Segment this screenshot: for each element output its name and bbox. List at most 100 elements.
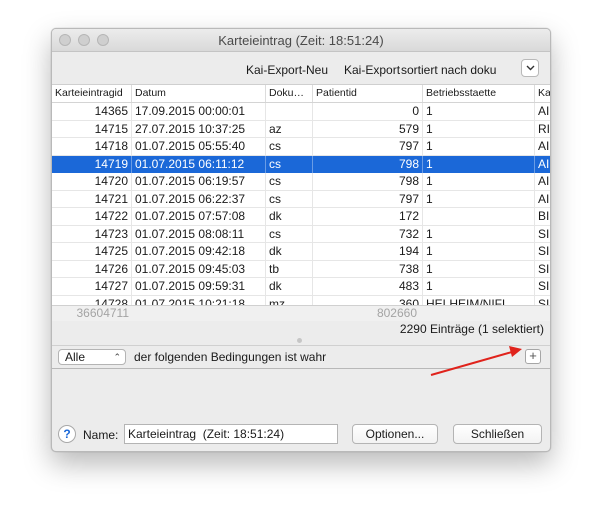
options-button[interactable]: Optionen... <box>352 424 438 444</box>
cell-doku[interactable]: dk <box>266 278 313 295</box>
cell-betriebsstaette[interactable]: 1 <box>423 278 535 295</box>
column-header-karteieintragid[interactable]: Karteieintragid <box>52 85 132 102</box>
cell-doku[interactable]: cs <box>266 155 313 173</box>
table-row[interactable]: 14721 01.07.2015 06:22:37 cs 797 1 AI <box>52 190 550 208</box>
cell-patientid[interactable]: 579 <box>313 120 423 138</box>
close-button[interactable]: Schließen <box>453 424 542 444</box>
column-header-datum[interactable]: Datum <box>132 85 266 102</box>
cell-datum[interactable]: 01.07.2015 08:08:11 <box>132 225 266 243</box>
cell-datum[interactable]: 01.07.2015 09:45:03 <box>132 260 266 278</box>
table-row[interactable]: 14727 01.07.2015 09:59:31 dk 483 1 SI <box>52 278 550 296</box>
cell-datum[interactable]: 01.07.2015 05:55:40 <box>132 138 266 155</box>
cell-doku[interactable]: tb <box>266 260 313 278</box>
cell-doku[interactable]: dk <box>266 208 313 225</box>
table-row[interactable]: 14722 01.07.2015 07:57:08 dk 172 BI <box>52 208 550 226</box>
cell-doku[interactable]: cs <box>266 138 313 155</box>
cell-patientid[interactable]: 797 <box>313 190 423 208</box>
cell-karteieintragid[interactable]: 14722 <box>52 208 132 225</box>
cell-karteieintragid[interactable]: 14725 <box>52 243 132 260</box>
cell-karteieintragid[interactable]: 14365 <box>52 103 132 120</box>
cell-betriebsstaette[interactable]: 1 <box>423 190 535 208</box>
cell-patientid[interactable]: 797 <box>313 138 423 155</box>
table-row[interactable]: 14723 01.07.2015 08:08:11 cs 732 1 SI <box>52 225 550 243</box>
column-header-patientid[interactable]: Patientid <box>313 85 423 102</box>
cell-betriebsstaette[interactable]: 1 <box>423 120 535 138</box>
table-row[interactable]: 14715 27.07.2015 10:37:25 az 579 1 RI <box>52 120 550 138</box>
cell-ka[interactable]: SI <box>535 243 550 260</box>
cell-ka[interactable]: SI <box>535 226 550 243</box>
cell-ka[interactable]: AI <box>535 156 550 173</box>
cell-ka[interactable]: RI <box>535 121 550 138</box>
kai-export-button[interactable]: Kai-Export <box>344 63 400 77</box>
cell-betriebsstaette[interactable] <box>423 208 535 225</box>
cell-ka[interactable]: AI <box>535 173 550 190</box>
cell-betriebsstaette[interactable]: 1 <box>423 225 535 243</box>
cell-datum[interactable]: 01.07.2015 07:57:08 <box>132 208 266 225</box>
sortiert-nach-doku-button[interactable]: sortiert nach doku <box>401 63 496 77</box>
cell-patientid[interactable]: 732 <box>313 225 423 243</box>
cell-karteieintragid[interactable]: 14719 <box>52 155 132 173</box>
cell-patientid[interactable]: 798 <box>313 173 423 190</box>
cell-betriebsstaette[interactable]: 1 <box>423 155 535 173</box>
cell-doku[interactable] <box>266 103 313 120</box>
cell-datum[interactable]: 01.07.2015 06:11:12 <box>132 155 266 173</box>
table-row[interactable]: 14720 01.07.2015 06:19:57 cs 798 1 AI <box>52 173 550 191</box>
cell-ka[interactable]: AI <box>535 191 550 208</box>
table-row[interactable]: 14718 01.07.2015 05:55:40 cs 797 1 AI <box>52 138 550 156</box>
chevron-down-icon[interactable] <box>521 59 539 77</box>
cell-ka[interactable]: SI <box>535 278 550 295</box>
cell-patientid[interactable]: 798 <box>313 155 423 173</box>
cell-patientid[interactable]: 194 <box>313 243 423 260</box>
kai-export-neu-button[interactable]: Kai-Export-Neu <box>246 63 328 77</box>
help-button[interactable]: ? <box>58 425 76 443</box>
split-view-handle[interactable] <box>297 338 302 343</box>
table-sum-row: 36604711 802660 <box>52 305 550 321</box>
table-row[interactable]: 14365 17.09.2015 00:00:01 0 1 AI <box>52 103 550 121</box>
cell-doku[interactable]: cs <box>266 190 313 208</box>
cell-doku[interactable]: dk <box>266 243 313 260</box>
cell-ka[interactable]: AI <box>535 138 550 155</box>
column-header-betriebsstaette[interactable]: Betriebsstaette <box>423 85 535 102</box>
cell-ka[interactable]: AI <box>535 103 550 120</box>
column-header-ka[interactable]: Ka <box>535 85 550 102</box>
table-row[interactable]: 14719 01.07.2015 06:11:12 cs 798 1 AI <box>52 155 550 173</box>
cell-doku[interactable]: az <box>266 120 313 138</box>
cell-doku[interactable]: cs <box>266 225 313 243</box>
cell-betriebsstaette[interactable]: 1 <box>423 103 535 120</box>
title-bar[interactable]: Karteieintrag (Zeit: 18:51:24) <box>52 29 550 52</box>
cell-karteieintragid[interactable]: 14718 <box>52 138 132 155</box>
match-all-select[interactable]: Alle ⌃ <box>58 349 126 365</box>
cell-betriebsstaette[interactable]: 1 <box>423 138 535 155</box>
column-header-doku[interactable]: Doku… <box>266 85 313 102</box>
records-table[interactable]: Karteieintragid Datum Doku… Patientid Be… <box>52 84 550 306</box>
cell-karteieintragid[interactable]: 14715 <box>52 120 132 138</box>
cell-karteieintragid[interactable]: 14726 <box>52 260 132 278</box>
cell-betriebsstaette[interactable]: 1 <box>423 243 535 260</box>
cell-patientid[interactable]: 738 <box>313 260 423 278</box>
cell-karteieintragid[interactable]: 14720 <box>52 173 132 190</box>
cell-datum[interactable]: 17.09.2015 00:00:01 <box>132 103 266 120</box>
table-row[interactable]: 14725 01.07.2015 09:42:18 dk 194 1 SI <box>52 243 550 261</box>
cell-karteieintragid[interactable]: 14721 <box>52 190 132 208</box>
cell-ka[interactable]: SI <box>535 261 550 278</box>
cell-karteieintragid[interactable]: 14727 <box>52 278 132 295</box>
cell-doku[interactable]: cs <box>266 173 313 190</box>
sum-patientid: 802660 <box>376 306 417 320</box>
cell-datum[interactable]: 01.07.2015 06:22:37 <box>132 190 266 208</box>
cell-patientid[interactable]: 483 <box>313 278 423 295</box>
cell-karteieintragid[interactable]: 14723 <box>52 225 132 243</box>
cell-betriebsstaette[interactable]: 1 <box>423 173 535 190</box>
name-field[interactable] <box>124 424 338 444</box>
cell-patientid[interactable]: 0 <box>313 103 423 120</box>
cell-patientid[interactable]: 172 <box>313 208 423 225</box>
cell-datum[interactable]: 01.07.2015 09:42:18 <box>132 243 266 260</box>
cell-datum[interactable]: 27.07.2015 10:37:25 <box>132 120 266 138</box>
table-row[interactable]: 14726 01.07.2015 09:45:03 tb 738 1 SI <box>52 260 550 278</box>
cell-datum[interactable]: 01.07.2015 06:19:57 <box>132 173 266 190</box>
up-down-arrows-icon: ⌃ <box>113 352 121 362</box>
sum-karteieintragid: 36604711 <box>76 306 130 320</box>
cell-datum[interactable]: 01.07.2015 09:59:31 <box>132 278 266 295</box>
cell-ka[interactable]: BI <box>535 208 550 225</box>
add-rule-button[interactable]: + <box>525 349 541 364</box>
cell-betriebsstaette[interactable]: 1 <box>423 260 535 278</box>
